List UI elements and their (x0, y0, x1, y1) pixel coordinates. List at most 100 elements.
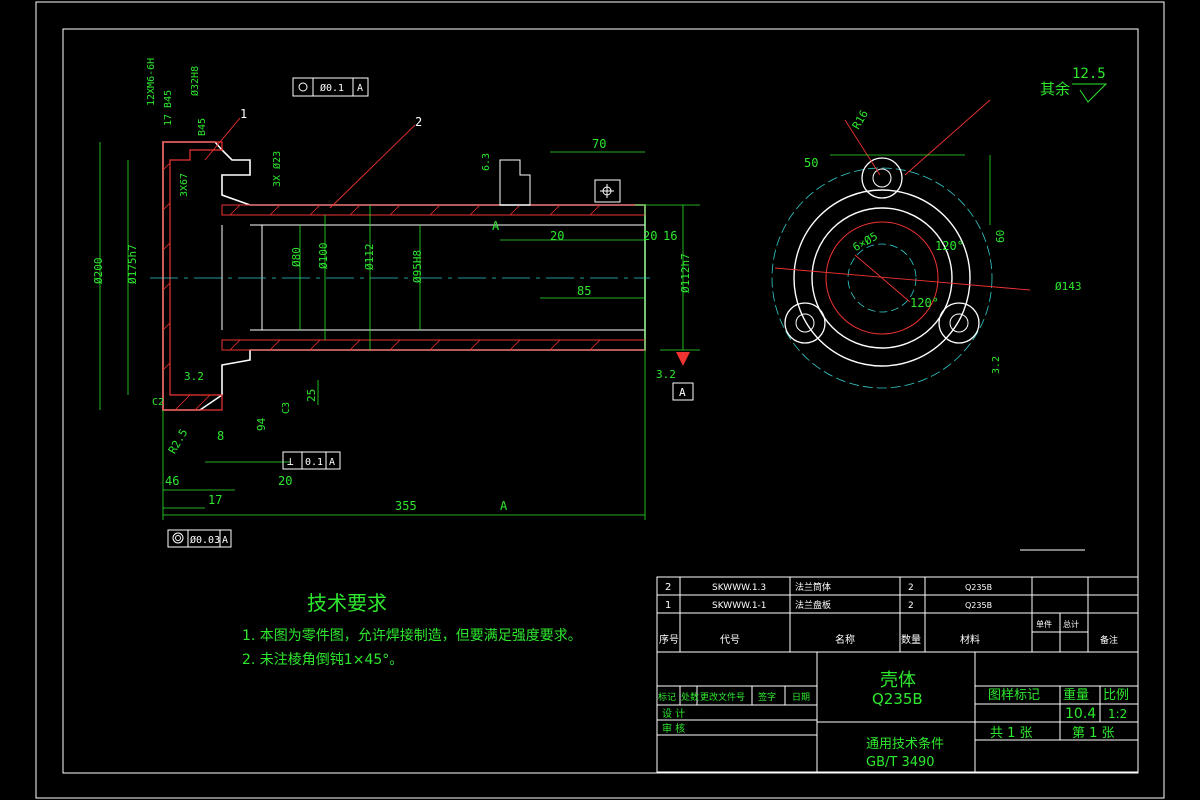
drawing-sheet: 355 A 46 17 20 8 94 25 70 85 20 20 16 A … (35, 1, 1165, 799)
dim-r16: R16 (850, 108, 871, 132)
tech-title: 技术要求 (307, 591, 387, 615)
dim-phi95: Ø95H8 (411, 250, 424, 283)
svg-text:A: A (222, 535, 228, 546)
drawing-mark-label: 图样标记 (988, 688, 1040, 703)
dim-6x5: 6×Ø5 (851, 230, 880, 255)
weight-label: 重量 (1063, 687, 1089, 703)
tech-line-2: 2. 未注棱角倒钝1×45°。 (242, 652, 403, 668)
roughness-rest: 其余 12.5 (1040, 66, 1108, 103)
dim-17b45: 17 B45 (163, 90, 174, 126)
dim-20: 20 (278, 474, 292, 488)
weight-value: 10.4 (1065, 706, 1096, 722)
scale-label: 比例 (1103, 688, 1129, 703)
dim-phi200: Ø200 (92, 258, 105, 285)
dim-17: 17 (208, 493, 222, 507)
dim-20c: 20 (643, 229, 657, 243)
bom-h-qty: 数量 (901, 633, 921, 646)
bom-row-2-mat: Q235B (965, 583, 992, 592)
tech-requirements: 技术要求 1. 本图为零件图，允许焊接制造，但要满足强度要求。 2. 未注棱角倒… (242, 591, 582, 668)
section-view (150, 141, 650, 411)
svg-text:A: A (329, 457, 335, 468)
dim-70: 70 (592, 137, 606, 151)
svg-text:0.1: 0.1 (305, 457, 323, 468)
dim-phi100: Ø100 (317, 243, 330, 270)
bom-h-total: 总计 (1063, 619, 1079, 629)
dim-m12: 12XM6-6H (146, 58, 157, 106)
dim-20b: 20 (550, 229, 564, 243)
bom-row-1-code: SKWWW.1-1 (712, 601, 767, 611)
bom-row-2-code: SKWWW.1.3 (712, 583, 766, 593)
bom-h-code: 代号 (720, 634, 740, 646)
leader-1-label: 1 (240, 107, 247, 121)
dim-r25: R2.5 (166, 427, 191, 456)
svg-text:12.5: 12.5 (1072, 66, 1106, 82)
bom-row-1-qty: 2 (908, 601, 914, 611)
dim-355: 355 (395, 499, 417, 513)
datum-a-bottom: A (500, 499, 508, 513)
rough-left: 3.2 (184, 370, 204, 383)
rough-endview: 3.2 (991, 356, 1002, 374)
dim-50: 50 (804, 156, 818, 170)
sheet-number: 第 1 张 (1072, 726, 1115, 741)
svg-text:其余: 其余 (1040, 80, 1070, 98)
bom-h-unit: 单件 (1036, 619, 1052, 629)
review-label: 审 核 (662, 722, 685, 735)
dim-phi143: Ø143 (1055, 280, 1082, 293)
part-material: Q235B (872, 690, 923, 708)
dim-b45: B45 (197, 118, 208, 136)
dim-phi32: Ø32H8 (189, 66, 201, 96)
dim-16: 16 (663, 229, 677, 243)
tech-line-1: 1. 本图为零件图，允许焊接制造，但要满足强度要求。 (242, 627, 582, 644)
svg-text:A: A (679, 386, 686, 399)
dim-c2: C2 (152, 397, 164, 408)
rough-right: 3.2 (656, 368, 676, 381)
tolerance-frame-top: Ø0.1 A (292, 77, 369, 97)
svg-text:Ø0.1: Ø0.1 (320, 82, 344, 94)
bom-row-2-no: 2 (665, 582, 671, 593)
tolerance-frame-concentric: Ø0.03 A (167, 529, 232, 548)
bom-row-2-qty: 2 (908, 583, 914, 593)
total-sheets: 共 1 张 (990, 726, 1033, 741)
bom-row-1-mat: Q235B (965, 601, 992, 610)
rough-lug: 6.3 (481, 153, 492, 171)
rev-h-date: 日期 (792, 692, 810, 703)
dim-phi112h7: Ø112h7 (679, 253, 692, 293)
bom-h-name: 名称 (835, 633, 855, 646)
dim-46: 46 (165, 474, 179, 488)
dim-25: 25 (305, 389, 318, 402)
design-label: 设 计 (662, 707, 685, 720)
dim-phi80: Ø80 (290, 247, 303, 267)
dim-phi112: Ø112 (363, 244, 376, 271)
bom-row-2-name: 法兰筒体 (795, 581, 831, 593)
dim-3x67: 3X67 (179, 173, 190, 197)
rev-h-count: 处数 (681, 691, 699, 703)
dim-8: 8 (217, 429, 224, 443)
bom-row-1-no: 1 (665, 600, 671, 611)
rev-h-sign: 签字 (758, 691, 776, 703)
dim-3x23: 3X Ø23 (271, 151, 283, 187)
svg-text:⊥: ⊥ (287, 455, 294, 468)
bom-h-no: 序号 (659, 633, 679, 646)
dim-120b: 120° (910, 296, 939, 310)
rev-h-file: 更改文件号 (700, 691, 745, 703)
bom-row-1-name: 法兰盘板 (795, 599, 831, 611)
standard-line-2: GB/T 3490 (866, 755, 935, 770)
dimension-lines (99, 142, 700, 520)
standard-line-1: 通用技术条件 (866, 736, 944, 752)
dim-phi175: Ø175h7 (126, 244, 139, 284)
part-name: 壳体 (880, 670, 916, 691)
svg-text:A: A (357, 83, 363, 94)
datum-a-mid: A (492, 219, 500, 233)
dim-120a: 120° (935, 239, 964, 253)
dim-94: 94 (255, 417, 268, 431)
dim-c3: C3 (281, 402, 292, 414)
rev-h-mark: 标记 (658, 691, 676, 703)
tolerance-frame-perp: ⊥ 0.1 A (282, 451, 341, 470)
dim-85: 85 (577, 284, 591, 298)
leader-2-label: 2 (415, 115, 422, 129)
dim-60: 60 (994, 230, 1007, 243)
scale-value: 1:2 (1108, 707, 1127, 721)
datum-a-box: A (672, 352, 694, 401)
svg-text:Ø0.03: Ø0.03 (190, 534, 220, 546)
bom-h-mat: 材料 (960, 633, 980, 646)
